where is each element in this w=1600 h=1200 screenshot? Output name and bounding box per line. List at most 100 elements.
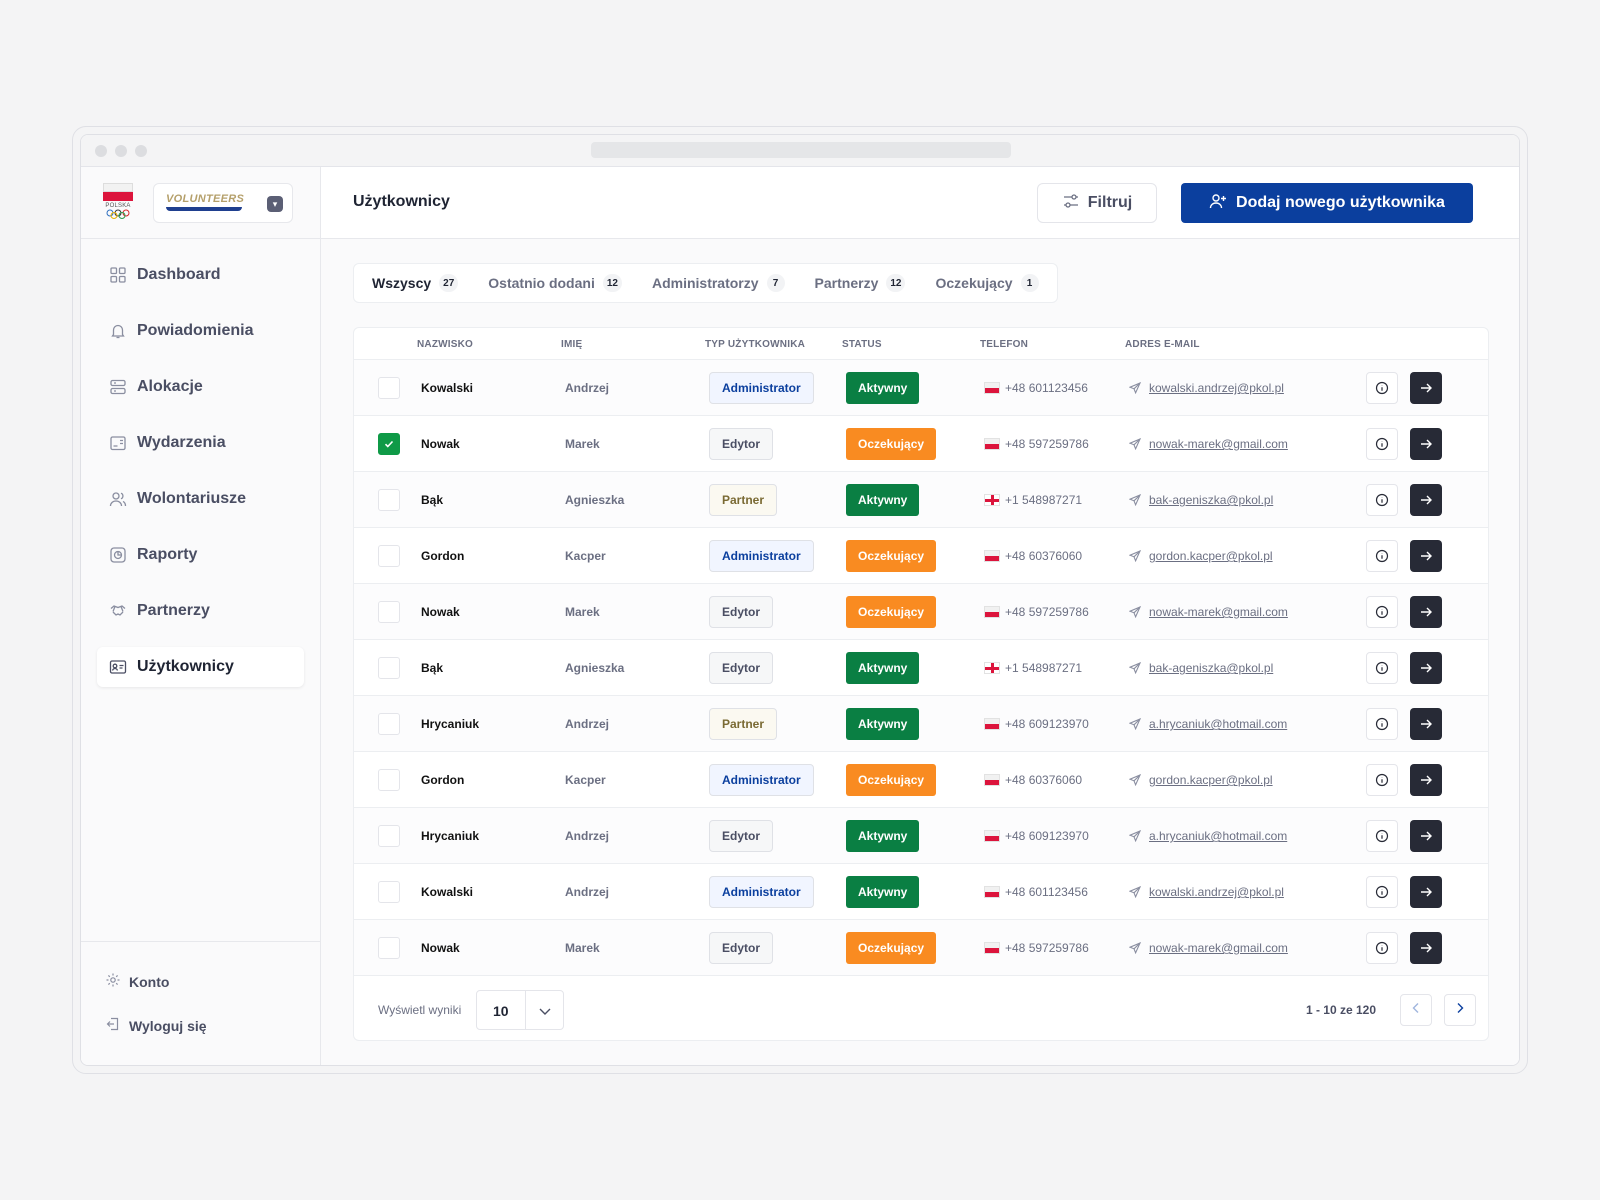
table-row[interactable]: Hrycaniuk Andrzej Partner Aktywny +48 609123…: [354, 696, 1488, 752]
last-name: Bąk: [421, 493, 444, 507]
column-header-phone[interactable]: TELEFON: [980, 339, 1028, 350]
info-button[interactable]: [1366, 484, 1398, 516]
info-button[interactable]: [1366, 708, 1398, 740]
info-button[interactable]: [1366, 372, 1398, 404]
open-user-button[interactable]: [1410, 540, 1442, 572]
window-minimize-dot[interactable]: [115, 145, 127, 157]
open-user-button[interactable]: [1410, 764, 1442, 796]
row-checkbox[interactable]: [378, 433, 400, 455]
per-page-select[interactable]: 10: [476, 990, 564, 1030]
window-close-dot[interactable]: [95, 145, 107, 157]
sidebar-item-uzytkownicy[interactable]: Użytkownicy: [97, 647, 304, 687]
logout-link[interactable]: Wyloguj się: [105, 1016, 207, 1035]
last-name: Kowalski: [421, 885, 474, 899]
email-link[interactable]: bak-ageniszka@pkol.pl: [1129, 661, 1273, 675]
user-filter-tabs: Wszyscy 27 Ostatnio dodani 12 Administratorz…: [353, 263, 1058, 303]
open-user-button[interactable]: [1410, 708, 1442, 740]
table-row[interactable]: Nowak Marek Edytor Oczekujący +48 597259786 n…: [354, 416, 1488, 472]
table-row[interactable]: Nowak Marek Edytor Oczekujący +48 597259786 n…: [354, 584, 1488, 640]
email-link[interactable]: nowak-marek@gmail.com: [1129, 605, 1288, 619]
open-user-button[interactable]: [1410, 596, 1442, 628]
open-user-button[interactable]: [1410, 932, 1442, 964]
row-checkbox[interactable]: [378, 489, 400, 511]
open-user-button[interactable]: [1410, 484, 1442, 516]
table-row[interactable]: Gordon Kacper Administrator Oczekujący +48 6…: [354, 528, 1488, 584]
phone-cell: +48 601123456: [984, 360, 1088, 416]
open-user-button[interactable]: [1410, 372, 1442, 404]
previous-page-button[interactable]: [1400, 994, 1432, 1026]
open-user-button[interactable]: [1410, 652, 1442, 684]
info-button[interactable]: [1366, 820, 1398, 852]
filter-label: Filtruj: [1087, 194, 1133, 211]
account-link[interactable]: Konto: [105, 972, 169, 991]
sidebar-item-raporty[interactable]: Raporty: [97, 535, 304, 575]
email-link[interactable]: gordon.kacper@pkol.pl: [1129, 773, 1273, 787]
info-button[interactable]: [1366, 540, 1398, 572]
info-button[interactable]: [1366, 652, 1398, 684]
check-icon: [384, 440, 394, 448]
sidebar-item-powiadomienia[interactable]: Powiadomienia: [97, 311, 304, 351]
email-link[interactable]: kowalski.andrzej@pkol.pl: [1129, 885, 1284, 899]
row-checkbox[interactable]: [378, 825, 400, 847]
email-link[interactable]: a.hrycaniuk@hotmail.com: [1129, 717, 1287, 731]
tab-wszyscy[interactable]: Wszyscy 27: [372, 274, 459, 292]
filter-button[interactable]: Filtruj: [1037, 183, 1157, 223]
table-row[interactable]: Bąk Agnieszka Partner Aktywny +1 548987271 ba…: [354, 472, 1488, 528]
email-link[interactable]: bak-ageniszka@pkol.pl: [1129, 493, 1273, 507]
user-type-badge: Partner: [709, 484, 778, 516]
email-link[interactable]: kowalski.andrzej@pkol.pl: [1129, 381, 1284, 395]
open-cell: [1410, 584, 1442, 640]
row-select-cell: [378, 360, 400, 416]
next-page-button[interactable]: [1444, 994, 1476, 1026]
email-link[interactable]: nowak-marek@gmail.com: [1129, 941, 1288, 955]
info-button[interactable]: [1366, 428, 1398, 460]
row-checkbox[interactable]: [378, 377, 400, 399]
row-checkbox[interactable]: [378, 601, 400, 623]
sidebar-item-dashboard[interactable]: Dashboard: [97, 255, 304, 295]
sidebar-item-partnerzy[interactable]: Partnerzy: [97, 591, 304, 631]
organization-selector[interactable]: VOLUNTEERS ▾: [153, 183, 293, 223]
row-checkbox[interactable]: [378, 769, 400, 791]
window-maximize-dot[interactable]: [135, 145, 147, 157]
table-row[interactable]: Nowak Marek Edytor Oczekujący +48 597259786 n…: [354, 920, 1488, 976]
email-link[interactable]: nowak-marek@gmail.com: [1129, 437, 1288, 451]
row-checkbox[interactable]: [378, 881, 400, 903]
info-button[interactable]: [1366, 764, 1398, 796]
tab-oczekujący[interactable]: Oczekujący 1: [935, 274, 1039, 292]
sidebar-item-wolontariusze[interactable]: Wolontariusze: [97, 479, 304, 519]
row-checkbox[interactable]: [378, 657, 400, 679]
tab-partnerzy[interactable]: Partnerzy 12: [815, 274, 906, 292]
add-user-button[interactable]: Dodaj nowego użytkownika: [1181, 183, 1473, 223]
table-row[interactable]: Gordon Kacper Administrator Oczekujący +48 6…: [354, 752, 1488, 808]
row-checkbox[interactable]: [378, 545, 400, 567]
tab-ostatnio-dodani[interactable]: Ostatnio dodani 12: [488, 274, 622, 292]
column-header-email[interactable]: ADRES E-MAIL: [1125, 339, 1200, 350]
pagination-range: 1 - 10 ze 120: [1305, 1003, 1376, 1017]
chevron-down-icon[interactable]: ▾: [267, 196, 283, 212]
table-row[interactable]: Kowalski Andrzej Administrator Aktywny +48 6…: [354, 864, 1488, 920]
open-user-button[interactable]: [1410, 820, 1442, 852]
user-type-badge: Edytor: [709, 596, 774, 628]
volunteers-swoosh: [166, 207, 242, 211]
open-user-button[interactable]: [1410, 428, 1442, 460]
tab-administratorzy[interactable]: Administratorzy 7: [652, 274, 785, 292]
info-button[interactable]: [1366, 932, 1398, 964]
sidebar-item-wydarzenia[interactable]: Wydarzenia: [97, 423, 304, 463]
table-row[interactable]: Kowalski Andrzej Administrator Aktywny +48 6…: [354, 360, 1488, 416]
column-header-status[interactable]: STATUS: [842, 339, 882, 350]
info-button[interactable]: [1366, 596, 1398, 628]
email-link[interactable]: gordon.kacper@pkol.pl: [1129, 549, 1273, 563]
row-checkbox[interactable]: [378, 713, 400, 735]
address-bar[interactable]: [591, 142, 1011, 158]
column-header-user-type[interactable]: TYP UŻYTKOWNIKA: [705, 339, 805, 350]
row-checkbox[interactable]: [378, 937, 400, 959]
email-link[interactable]: a.hrycaniuk@hotmail.com: [1129, 829, 1287, 843]
sidebar-item-alokacje[interactable]: Alokacje: [97, 367, 304, 407]
info-button[interactable]: [1366, 876, 1398, 908]
table-row[interactable]: Bąk Agnieszka Edytor Aktywny +1 548987271 bak…: [354, 640, 1488, 696]
table-row[interactable]: Hrycaniuk Andrzej Edytor Aktywny +48 6091239…: [354, 808, 1488, 864]
column-header-last-name[interactable]: NAZWISKO: [417, 339, 473, 350]
open-user-button[interactable]: [1410, 876, 1442, 908]
column-header-first-name[interactable]: IMIĘ: [561, 339, 582, 350]
england-flag-icon: [984, 662, 1000, 674]
